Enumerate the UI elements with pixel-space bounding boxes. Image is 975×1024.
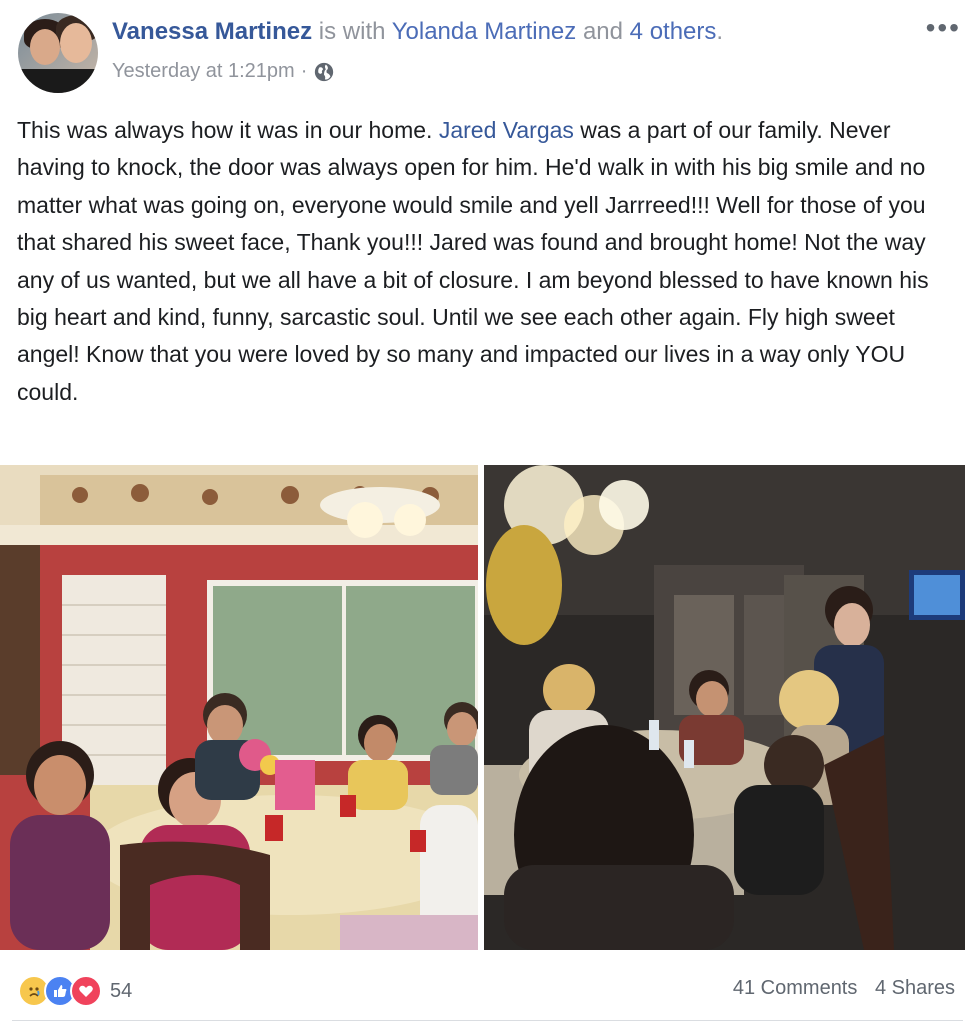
post-meta: Yesterday at 1:21pm · [112, 60, 335, 83]
engagement-stats: 41 Comments 4 Shares [721, 977, 955, 1000]
globe-icon[interactable] [313, 61, 335, 83]
tagged-person-link[interactable]: Yolanda Martinez [392, 18, 577, 45]
period-text: . [716, 18, 724, 45]
and-text: and [576, 18, 630, 45]
post-timestamp[interactable]: Yesterday at 1:21pm [112, 60, 295, 83]
comments-link[interactable]: 41 Comments [733, 977, 858, 999]
love-reaction-icon [70, 975, 102, 1007]
more-options-button[interactable]: ••• [926, 14, 961, 42]
reactions-summary[interactable]: 54 [18, 975, 132, 1007]
shares-link[interactable]: 4 Shares [875, 977, 955, 999]
author-name[interactable]: Vanessa Martinez [112, 18, 312, 45]
author-avatar[interactable] [18, 13, 98, 93]
post-footer: 54 41 Comments 4 Shares [0, 965, 975, 1015]
post-body-part2: was a part of our family. Never having t… [17, 117, 929, 405]
reaction-count: 54 [110, 979, 133, 1002]
dining-room-photo-daylight[interactable] [0, 465, 478, 950]
with-text: is with [312, 18, 392, 45]
dining-room-photo-evening[interactable] [484, 465, 965, 950]
post-body-part1: This was always how it was in our home. [17, 117, 439, 143]
post-header: Vanessa Martinez is with Yolanda Martine… [112, 18, 723, 46]
tagged-others-link[interactable]: 4 others [630, 18, 717, 45]
footer-divider [12, 1020, 963, 1021]
post-body: This was always how it was in our home. … [17, 112, 962, 411]
meta-separator: · [300, 60, 308, 82]
mention-link[interactable]: Jared Vargas [439, 117, 574, 143]
